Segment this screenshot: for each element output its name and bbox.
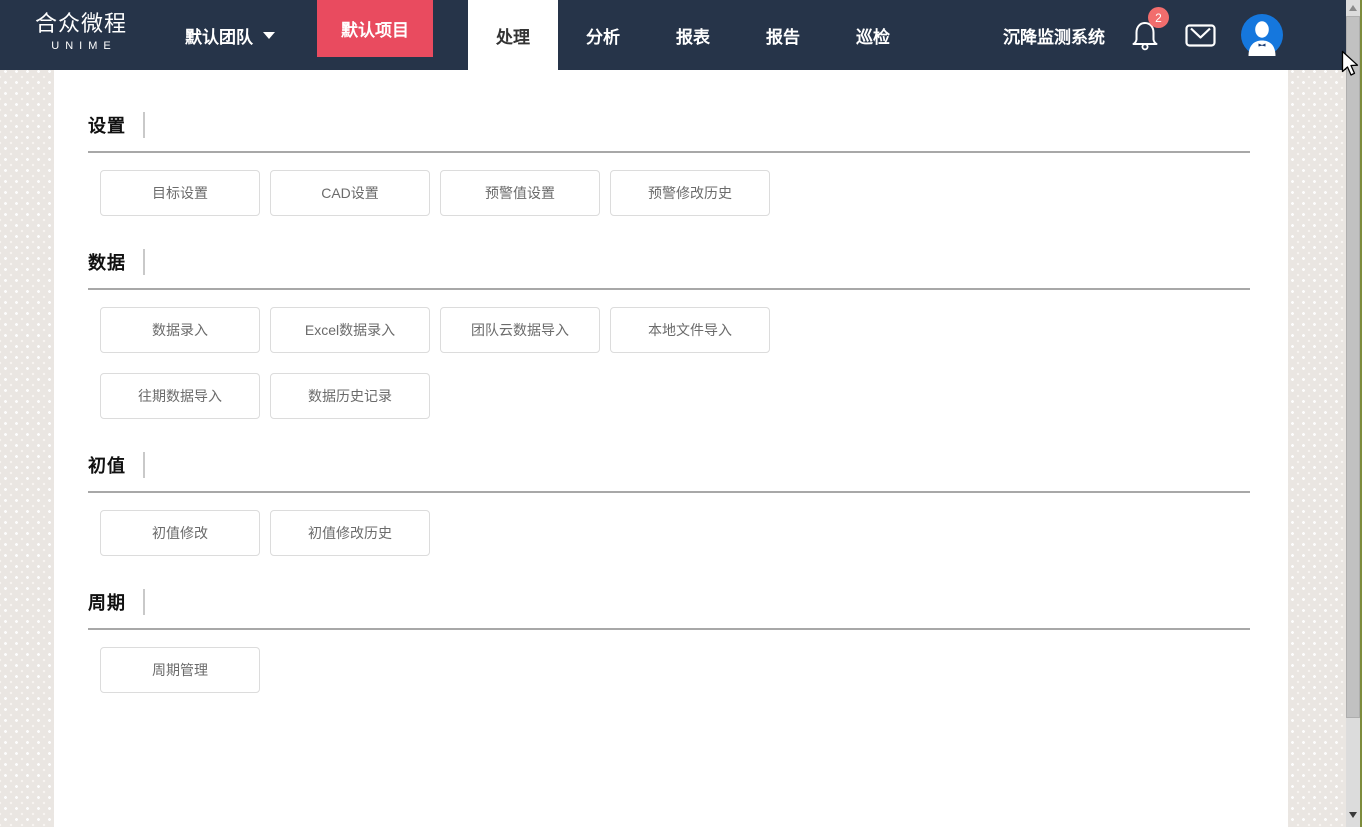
system-name: 沉降监测系统 <box>1003 27 1105 47</box>
tab-report-table[interactable]: 报表 <box>648 0 738 70</box>
main-tabs: 处理 分析 报表 报告 巡检 <box>468 0 918 70</box>
button-warning-modify-history[interactable]: 预警修改历史 <box>610 170 770 216</box>
tab-process[interactable]: 处理 <box>468 0 558 70</box>
messages-button[interactable] <box>1185 24 1216 52</box>
button-local-file-import[interactable]: 本地文件导入 <box>610 307 770 353</box>
title-accent-bar <box>143 112 145 138</box>
top-navbar: 合众微程 UNIME 默认团队 默认项目 处理 分析 报表 报告 巡检 沉降监测… <box>0 0 1346 70</box>
title-accent-bar <box>143 589 145 615</box>
button-period-management[interactable]: 周期管理 <box>100 647 260 693</box>
chevron-down-icon <box>263 31 275 39</box>
button-cad-settings[interactable]: CAD设置 <box>270 170 430 216</box>
mouse-cursor-icon <box>1341 50 1359 76</box>
section-divider <box>88 628 1250 630</box>
section-title-settings: 设置 <box>88 116 126 136</box>
scrollbar-up-icon[interactable] <box>1346 0 1360 16</box>
section-divider <box>88 151 1250 153</box>
main-content: 设置 目标设置 CAD设置 预警值设置 预警修改历史 数据 数据录入 Excel… <box>54 70 1288 827</box>
title-accent-bar <box>143 452 145 478</box>
vertical-scrollbar[interactable] <box>1346 0 1360 827</box>
section-title-data: 数据 <box>88 253 126 273</box>
avatar[interactable] <box>1241 14 1283 56</box>
logo-title: 合众微程 <box>34 11 127 36</box>
notification-badge: 2 <box>1148 7 1169 28</box>
project-button[interactable]: 默认项目 <box>317 0 433 57</box>
section-divider <box>88 491 1250 493</box>
button-initial-value-modify[interactable]: 初值修改 <box>100 510 260 556</box>
team-selector-label: 默认团队 <box>185 27 253 47</box>
mail-icon <box>1185 24 1216 47</box>
button-data-history[interactable]: 数据历史记录 <box>270 373 430 419</box>
button-team-cloud-import[interactable]: 团队云数据导入 <box>440 307 600 353</box>
scrollbar-down-icon[interactable] <box>1346 807 1360 823</box>
app-logo[interactable]: 合众微程 UNIME <box>33 11 129 52</box>
section-settings: 设置 目标设置 CAD设置 预警值设置 预警修改历史 <box>88 112 1250 216</box>
section-divider <box>88 288 1250 290</box>
scrollbar-thumb[interactable] <box>1346 16 1360 718</box>
section-title-period: 周期 <box>88 593 126 613</box>
button-target-settings[interactable]: 目标设置 <box>100 170 260 216</box>
button-data-entry[interactable]: 数据录入 <box>100 307 260 353</box>
title-accent-bar <box>143 249 145 275</box>
tab-analysis[interactable]: 分析 <box>558 0 648 70</box>
tab-inspection[interactable]: 巡检 <box>828 0 918 70</box>
tab-report[interactable]: 报告 <box>738 0 828 70</box>
button-past-data-import[interactable]: 往期数据导入 <box>100 373 260 419</box>
notifications-button[interactable]: 2 <box>1130 7 1170 54</box>
logo-subtitle: UNIME <box>51 40 117 52</box>
section-initial-value: 初值 初值修改 初值修改历史 <box>88 452 1250 556</box>
button-excel-data-entry[interactable]: Excel数据录入 <box>270 307 430 353</box>
user-avatar-icon <box>1241 14 1283 56</box>
section-title-initial-value: 初值 <box>88 456 126 476</box>
button-initial-value-modify-history[interactable]: 初值修改历史 <box>270 510 430 556</box>
section-period: 周期 周期管理 <box>88 589 1250 693</box>
section-data: 数据 数据录入 Excel数据录入 团队云数据导入 本地文件导入 往期数据导入 … <box>88 249 1250 419</box>
team-selector-dropdown[interactable]: 默认团队 <box>185 0 275 70</box>
button-warning-value-settings[interactable]: 预警值设置 <box>440 170 600 216</box>
